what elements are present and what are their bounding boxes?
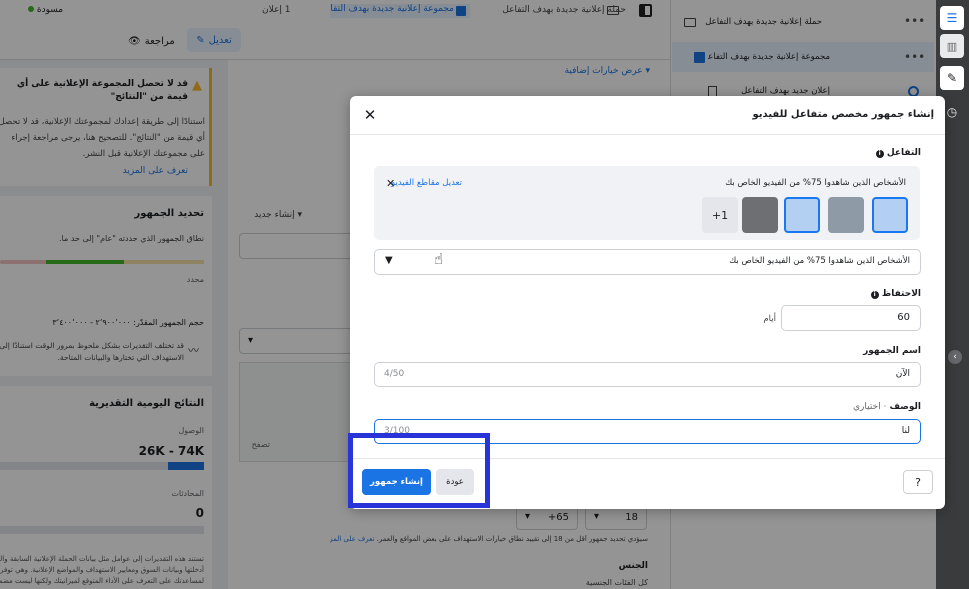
video-thumbnail	[784, 197, 820, 233]
chart-icon[interactable]: ▥	[940, 34, 964, 58]
video-audience-dialog: ✕ إنشاء جمهور مخصص متفاعل للفيديو التفاع…	[348, 96, 945, 509]
dialog-divider	[350, 134, 945, 135]
rail-side-handle[interactable]: ‹	[948, 350, 962, 364]
retention-days-input[interactable]: 60	[781, 305, 921, 331]
dialog-title: إنشاء جمهور مخصص متفاعل للفيديو	[752, 109, 934, 120]
video-thumbnail	[742, 197, 778, 233]
close-icon[interactable]: ✕	[362, 106, 378, 124]
video-thumbnails: +1	[702, 197, 908, 233]
info-icon: i	[875, 150, 884, 158]
remove-icon[interactable]: ✕	[386, 177, 395, 190]
engagement-select[interactable]: ▼ الأشخاص الذين شاهدوا 75% من الفيديو ال…	[374, 249, 921, 275]
edit-mode-icon[interactable]: ✎	[940, 66, 964, 90]
engagement-item-text: الأشخاص الذين شاهدوا 75% من الفيديو الخا…	[725, 178, 906, 188]
caret-down-icon: ▼	[385, 255, 393, 266]
edit-videos-link[interactable]: تعديل مقاطع الفيديو	[391, 178, 462, 188]
collapse-icon[interactable]: ☰	[940, 6, 964, 30]
description-label: الوصف · اختياري	[852, 402, 921, 412]
retention-unit: أيام	[763, 314, 776, 324]
audience-name-label: اسم الجمهور	[863, 346, 921, 356]
more-videos-button[interactable]: +1	[702, 197, 738, 233]
video-thumbnail	[828, 197, 864, 233]
mouse-cursor-icon: ☝	[434, 250, 444, 268]
video-thumbnail	[872, 197, 908, 233]
info-icon: i	[870, 291, 879, 299]
audience-name-input[interactable]: 4/50 الآن	[374, 362, 921, 387]
back-button[interactable]: عودة	[436, 469, 474, 495]
retention-label: الاحتفاظ i	[770, 289, 921, 299]
create-audience-button[interactable]: إنشاء جمهور	[362, 469, 431, 495]
help-icon[interactable]: ?	[903, 470, 933, 494]
engagement-label: التفاعل i	[770, 148, 921, 158]
